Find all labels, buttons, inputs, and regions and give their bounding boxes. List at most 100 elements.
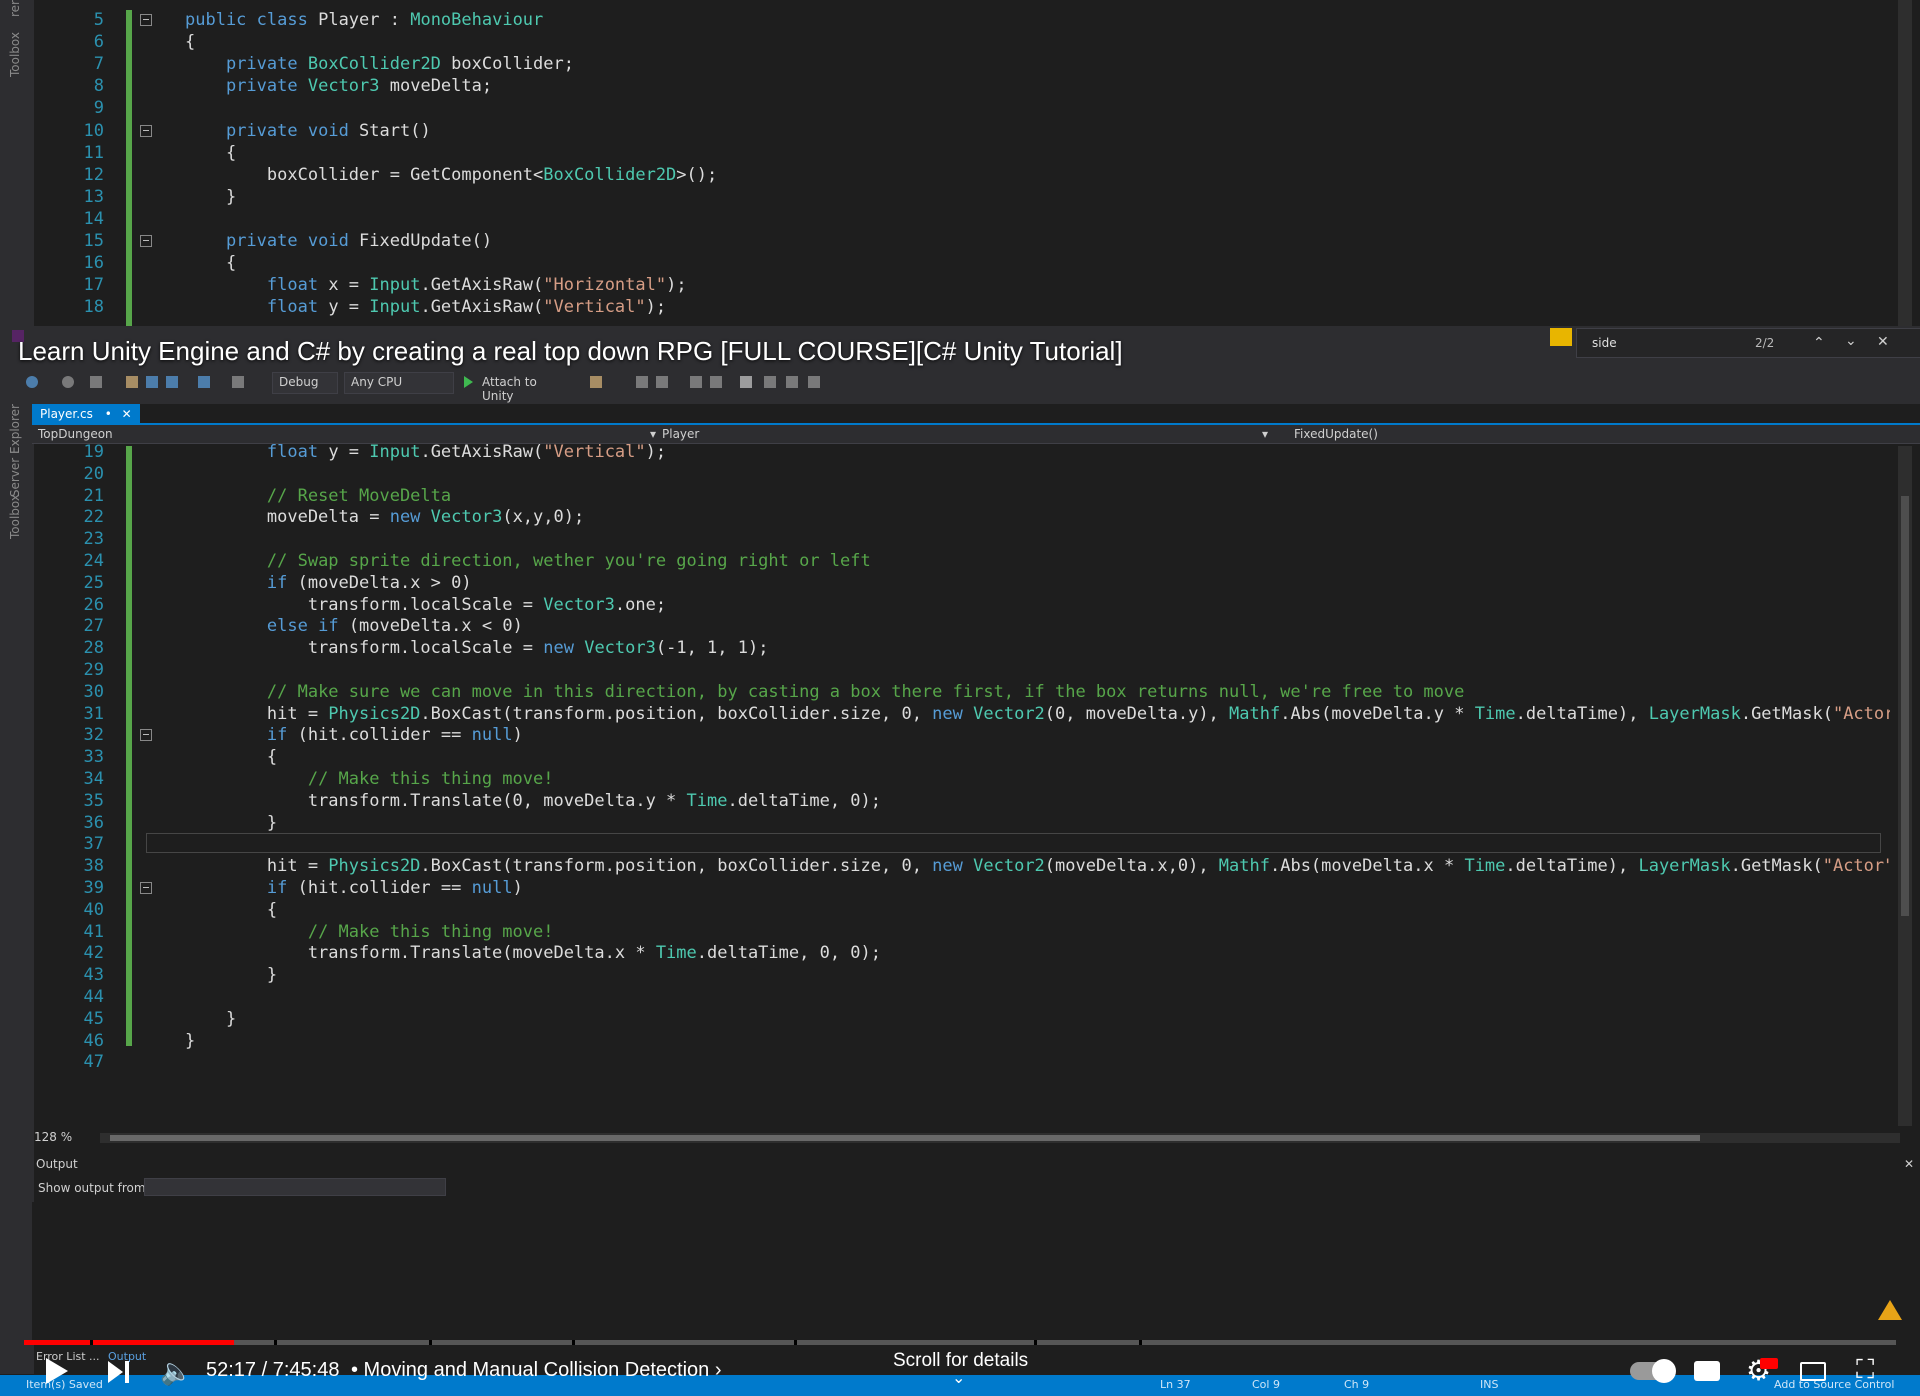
save-icon[interactable] bbox=[146, 376, 158, 388]
configuration-select[interactable]: Debug bbox=[272, 372, 338, 394]
redo-icon[interactable] bbox=[232, 376, 244, 388]
vertical-scrollbar[interactable] bbox=[1898, 446, 1912, 1126]
indent-icon[interactable] bbox=[690, 376, 702, 388]
exit-fullscreen-icon[interactable]: ⛶ bbox=[1856, 1354, 1874, 1386]
find-input[interactable]: side bbox=[1592, 336, 1617, 350]
platform-select[interactable]: Any CPU bbox=[344, 372, 454, 394]
line-number: 27 bbox=[83, 616, 104, 637]
output-body bbox=[32, 1202, 1920, 1342]
vertical-scrollbar-top[interactable] bbox=[1898, 0, 1912, 326]
chapter-marker bbox=[90, 1340, 93, 1345]
play-button[interactable] bbox=[46, 1358, 68, 1384]
line-number: 37 bbox=[83, 834, 104, 855]
attach-to-unity-button[interactable]: Attach to Unity bbox=[462, 372, 572, 403]
unity-tools-icon[interactable] bbox=[590, 376, 602, 388]
find-prev-icon[interactable]: ⌃ bbox=[1813, 335, 1825, 351]
code-text: } bbox=[185, 965, 278, 986]
close-icon[interactable]: ✕ bbox=[1904, 1154, 1914, 1174]
prev-bookmark-icon[interactable] bbox=[764, 376, 776, 388]
fold-toggle-icon[interactable] bbox=[140, 124, 152, 137]
progress-bar[interactable] bbox=[24, 1340, 1896, 1345]
code-text: private BoxCollider2D boxCollider; bbox=[225, 54, 574, 75]
line-number: 36 bbox=[83, 812, 104, 833]
chapter-marker bbox=[794, 1340, 797, 1345]
code-text: transform.Translate(0, moveDelta.y * Tim… bbox=[185, 790, 881, 811]
line-number: 8 bbox=[93, 76, 104, 97]
side-tab-explorer[interactable]: rer bbox=[8, 0, 22, 17]
autoplay-toggle[interactable] bbox=[1630, 1359, 1676, 1383]
tab-player-cs[interactable]: Player.cs • ✕ bbox=[32, 404, 140, 424]
side-tab-toolbox[interactable]: Toolbox bbox=[8, 32, 22, 77]
left-tool-gutter: Server Explorer Toolbox bbox=[0, 404, 34, 1374]
line-number: 17 bbox=[83, 275, 104, 296]
clear-bookmarks-icon[interactable] bbox=[808, 376, 820, 388]
line-number: 15 bbox=[83, 231, 104, 251]
subtitles-icon[interactable] bbox=[1694, 1361, 1720, 1381]
line-number: 28 bbox=[83, 638, 104, 659]
code-text: { bbox=[185, 899, 278, 920]
save-all-icon[interactable] bbox=[166, 376, 178, 388]
code-text: { bbox=[185, 32, 196, 53]
show-output-label: Show output from: bbox=[38, 1181, 150, 1195]
volume-icon[interactable]: 🔈 bbox=[160, 1356, 192, 1387]
bookmark-icon[interactable] bbox=[740, 376, 752, 388]
back-icon[interactable] bbox=[26, 376, 38, 388]
hscroll-thumb[interactable] bbox=[110, 1135, 1700, 1141]
fold-toggle-icon[interactable] bbox=[140, 729, 152, 742]
undo-icon[interactable] bbox=[198, 376, 210, 388]
line-number: 16 bbox=[83, 253, 104, 274]
line-number: 23 bbox=[83, 529, 104, 550]
find-next-icon[interactable]: ⌄ bbox=[1845, 333, 1857, 349]
fold-toggle-icon[interactable] bbox=[140, 235, 152, 247]
output-source-select[interactable] bbox=[144, 1178, 446, 1196]
fold-toggle-icon[interactable] bbox=[140, 882, 152, 894]
status-ins: INS bbox=[1480, 1378, 1499, 1391]
horizontal-scrollbar[interactable] bbox=[100, 1133, 1900, 1143]
code-text: transform.localScale = Vector3.one; bbox=[185, 594, 667, 615]
chapter-marker bbox=[1139, 1340, 1142, 1345]
next-bookmark-icon[interactable] bbox=[786, 376, 798, 388]
chevron-down-icon[interactable]: ⌄ bbox=[952, 1368, 965, 1388]
line-number: 30 bbox=[83, 681, 104, 702]
next-button[interactable] bbox=[108, 1360, 132, 1384]
pin-icon[interactable]: • bbox=[105, 407, 112, 421]
chevron-right-icon: › bbox=[714, 1359, 722, 1381]
open-file-icon[interactable] bbox=[126, 376, 138, 388]
code-text: hit = Physics2D.BoxCast(transform.positi… bbox=[185, 703, 1890, 724]
line-number: 39 bbox=[83, 878, 104, 898]
find-close-icon[interactable]: ✕ bbox=[1877, 334, 1889, 350]
line-number: 35 bbox=[83, 790, 104, 811]
line-number: 47 bbox=[83, 1052, 104, 1073]
forward-icon[interactable] bbox=[62, 376, 74, 388]
source-control-button[interactable]: Add to Source Control bbox=[1774, 1378, 1894, 1391]
uncomment-icon[interactable] bbox=[656, 376, 668, 388]
chapter-marker bbox=[274, 1340, 277, 1345]
line-number: 18 bbox=[83, 297, 104, 318]
tab-close-icon[interactable]: ✕ bbox=[122, 407, 132, 421]
chapter-title[interactable]: • Moving and Manual Collision Detection … bbox=[351, 1359, 722, 1382]
output-toolbar: Show output from: bbox=[32, 1176, 1920, 1200]
code-text: boxCollider = GetComponent<BoxCollider2D… bbox=[185, 164, 718, 185]
side-tab-toolbox[interactable]: Toolbox bbox=[8, 494, 22, 539]
new-project-icon[interactable] bbox=[90, 376, 102, 388]
code-editor[interactable]: 19 float y = Input.GetAxisRaw("Vertical"… bbox=[40, 441, 1890, 1131]
code-text: { bbox=[185, 142, 237, 163]
outdent-icon[interactable] bbox=[710, 376, 722, 388]
line-number: 13 bbox=[83, 186, 104, 207]
fold-toggle-icon[interactable] bbox=[140, 14, 152, 26]
video-title[interactable]: Learn Unity Engine and C# by creating a … bbox=[18, 336, 1123, 367]
code-text: public class Player : MonoBehaviour bbox=[185, 10, 544, 30]
line-number: 24 bbox=[83, 551, 104, 571]
comment-icon[interactable] bbox=[636, 376, 648, 388]
scroll-thumb[interactable] bbox=[1901, 496, 1909, 916]
play-icon bbox=[464, 376, 473, 388]
zoom-level[interactable]: 128 % bbox=[34, 1130, 72, 1144]
cast-icon[interactable] bbox=[1800, 1362, 1826, 1381]
line-number: 45 bbox=[83, 1008, 104, 1029]
code-editor-top[interactable]: 5 public class Player : MonoBehaviour 6{7 … bbox=[40, 9, 1890, 326]
find-count: 2/2 bbox=[1755, 336, 1775, 350]
code-text: } bbox=[185, 186, 237, 207]
user-badge-icon bbox=[1550, 328, 1572, 346]
find-widget[interactable]: side 2/2 ⌃ ⌄ ✕ bbox=[1576, 328, 1920, 358]
side-tab-server-explorer[interactable]: Server Explorer bbox=[8, 404, 22, 497]
